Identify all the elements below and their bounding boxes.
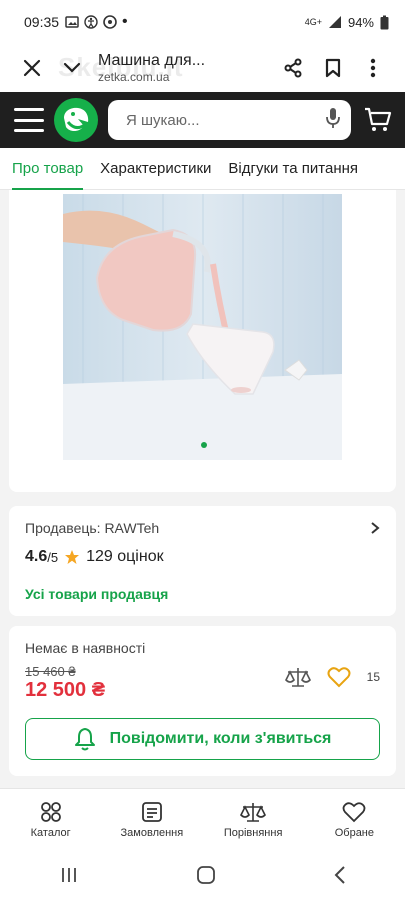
tab-specs[interactable]: Характеристики bbox=[100, 148, 211, 189]
heart-icon[interactable] bbox=[327, 666, 351, 688]
microphone-icon[interactable] bbox=[325, 107, 341, 134]
browser-url-bar: Skelbiu.lt Машина для... zetka.com.ua bbox=[0, 44, 405, 92]
cart-icon[interactable] bbox=[361, 103, 395, 137]
tab-about[interactable]: Про товар bbox=[12, 148, 84, 190]
system-navigation bbox=[0, 850, 405, 900]
status-bar: 09:35 • 4G+ 94% bbox=[0, 0, 405, 44]
bookmark-icon[interactable] bbox=[313, 48, 353, 88]
product-image[interactable] bbox=[63, 194, 342, 460]
nav-catalog[interactable]: Каталог bbox=[11, 801, 91, 839]
nav-favorites[interactable]: Обране bbox=[314, 801, 394, 839]
search-box[interactable] bbox=[108, 100, 351, 140]
status-notification-icons: • bbox=[65, 13, 128, 31]
menu-icon[interactable] bbox=[14, 108, 44, 132]
stock-status: Немає в наявності bbox=[25, 640, 146, 656]
more-options-icon[interactable] bbox=[353, 48, 393, 88]
nav-compare-label: Порівняння bbox=[223, 826, 283, 839]
seller-rating: 4.6/5 129 оцінок bbox=[25, 548, 380, 566]
status-time: 09:35 bbox=[24, 14, 60, 30]
chevron-right-icon[interactable] bbox=[370, 521, 380, 535]
battery-text: 94% bbox=[347, 14, 374, 30]
reviews-count: 129 оцінок bbox=[86, 548, 164, 565]
all-seller-goods-link[interactable]: Усі товари продавця bbox=[25, 586, 168, 602]
seller-row[interactable]: Продавець: RAWTeh bbox=[25, 520, 380, 536]
star-icon bbox=[65, 550, 80, 564]
product-gallery bbox=[9, 190, 396, 492]
old-price: 15 460 ₴ bbox=[25, 664, 76, 679]
notify-when-available-button[interactable]: Повідомити, коли з'явиться bbox=[25, 718, 380, 760]
dot-icon: • bbox=[122, 13, 128, 30]
page-title-area[interactable]: Машина для... zetka.com.ua bbox=[92, 52, 273, 84]
page-domain: zetka.com.ua bbox=[98, 70, 170, 84]
tab-reviews[interactable]: Відгуки та питання bbox=[228, 148, 358, 189]
rating-value: 4.6 bbox=[25, 548, 48, 565]
price-card: Немає в наявності 15 460 ₴ 12 500 ₴ 15 П… bbox=[9, 626, 396, 776]
battery-icon bbox=[380, 15, 389, 29]
back-icon[interactable] bbox=[333, 865, 347, 885]
product-tabs-container: Про товар Характеристики Відгуки та пита… bbox=[0, 148, 405, 190]
gallery-dot-indicator[interactable] bbox=[201, 442, 207, 448]
orders-icon bbox=[141, 801, 162, 822]
bell-icon bbox=[74, 728, 95, 751]
app-icon bbox=[103, 15, 117, 29]
network-icon: 4G+ bbox=[304, 16, 322, 27]
seller-card: Продавець: RAWTeh 4.6/5 129 оцінок Усі т… bbox=[9, 506, 396, 616]
heart-nav-icon bbox=[342, 801, 366, 822]
current-price: 12 500 ₴ bbox=[25, 679, 106, 701]
favorites-count: 15 bbox=[366, 670, 380, 684]
nav-catalog-label: Каталог bbox=[30, 826, 71, 839]
search-input[interactable] bbox=[126, 111, 325, 129]
page-title: Машина для... bbox=[98, 52, 206, 69]
seller-name: Продавець: RAWTeh bbox=[25, 520, 160, 536]
catalog-icon bbox=[40, 801, 61, 822]
close-icon[interactable] bbox=[12, 48, 52, 88]
nav-compare[interactable]: Порівняння bbox=[213, 801, 293, 839]
rating-scale: /5 bbox=[47, 549, 59, 565]
notify-button-label: Повідомити, коли з'явиться bbox=[109, 730, 332, 747]
nav-favorites-label: Обране bbox=[334, 826, 375, 839]
accessibility-icon bbox=[84, 15, 98, 29]
nav-orders-label: Замовлення bbox=[120, 826, 184, 839]
nav-orders[interactable]: Замовлення bbox=[112, 801, 192, 839]
chevron-down-icon[interactable] bbox=[52, 48, 92, 88]
home-icon[interactable] bbox=[196, 865, 216, 885]
compare-icon[interactable] bbox=[284, 666, 311, 688]
bottom-navigation: Каталог Замовлення Порівняння Обране bbox=[0, 788, 405, 850]
product-tabs: Про товар Характеристики Відгуки та пита… bbox=[0, 148, 405, 190]
recent-apps-icon[interactable] bbox=[59, 866, 79, 884]
signal-icon bbox=[328, 16, 341, 28]
gallery-icon bbox=[65, 16, 79, 28]
compare-nav-icon bbox=[240, 802, 267, 822]
share-icon[interactable] bbox=[273, 48, 313, 88]
site-header bbox=[0, 92, 405, 148]
site-logo[interactable] bbox=[54, 98, 98, 142]
